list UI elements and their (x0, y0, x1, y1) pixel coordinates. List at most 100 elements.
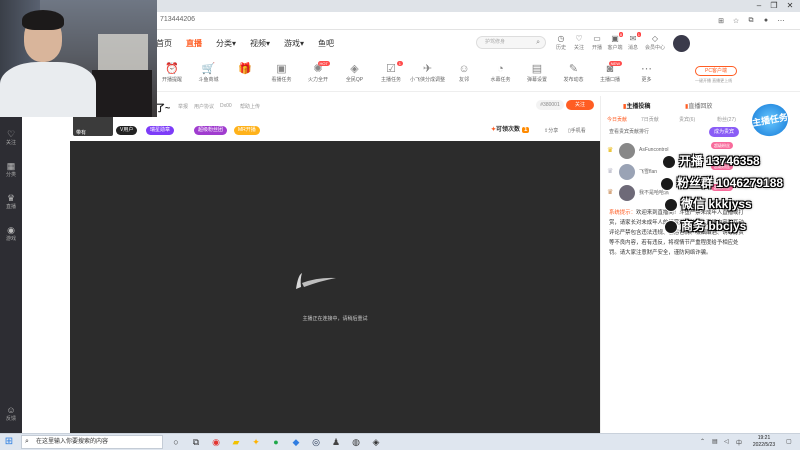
follow-button[interactable]: 关注 (566, 100, 594, 110)
tray-arrow-icon[interactable]: ⌃ (700, 438, 705, 445)
nav-home[interactable]: 首页 (156, 38, 172, 49)
toolbar-item[interactable]: ▣ 看播任务 (264, 62, 300, 83)
video-player[interactable]: 主播正在连接中，请稍后重试 (70, 141, 600, 433)
rail-item-follow[interactable]: ♡ 关注 (0, 129, 22, 146)
app-blue-icon[interactable]: ◆ (290, 436, 302, 448)
rank-tab-week[interactable]: 7日贡献 (641, 116, 659, 123)
header-follow[interactable]: ♡ 关注 (571, 34, 587, 51)
tag-mr[interactable]: MR开播 (234, 126, 260, 135)
rail-label: 直播 (5, 204, 16, 210)
tab-host-posts[interactable]: ▮主播投稿 (623, 101, 650, 110)
people-icon: ☺ (458, 63, 470, 75)
rail-item-feedback[interactable]: ☺ 反馈 (0, 405, 22, 422)
taskbar-search-input[interactable]: ⌕ 在这里输入你要搜索的内容 (21, 435, 163, 449)
header-vip[interactable]: ◇ 会员中心 (644, 34, 666, 51)
minimize-button[interactable]: – (752, 1, 766, 11)
address-text[interactable]: 713444206 (160, 16, 195, 23)
nav-live[interactable]: 直播 (186, 38, 202, 49)
star-icon[interactable]: ☆ (731, 17, 741, 25)
chrome-icon[interactable]: ◉ (210, 436, 222, 448)
tab-replay[interactable]: ▮直播回放 (685, 101, 712, 110)
share-button[interactable]: ⇪分享 (544, 127, 558, 134)
pc-client-button[interactable]: PC客户端 (695, 66, 737, 76)
toolbar-item[interactable]: ✈ 小飞侠分成调整 (410, 62, 446, 83)
nav-category[interactable]: 分类▾ (216, 38, 236, 49)
toolbar-item[interactable]: ☺ 友邻 (446, 62, 482, 83)
room-meta-agreement[interactable]: 用户协议 (194, 103, 214, 110)
overlay-wechat: 微信 kkkjyss (664, 195, 752, 212)
header-broadcast[interactable]: ▭ 开播 (589, 34, 605, 51)
rail-item-game[interactable]: ◉ 游戏 (0, 225, 22, 242)
nav-fishbar[interactable]: 鱼吧 (318, 38, 334, 49)
header-label: 历史 (555, 45, 566, 51)
overlay-fan-group: 粉丝群 1046279188 (660, 174, 783, 191)
rail-item-live[interactable]: ♛ 直播 (0, 193, 22, 210)
obs-icon[interactable]: ◍ (350, 436, 362, 448)
app-icon[interactable]: ✦ (250, 436, 262, 448)
become-vip-button[interactable]: 成为贵宾 (709, 127, 739, 137)
toolbar-item[interactable]: ◙ 主播口播 NEW (592, 61, 628, 83)
gift-claim[interactable]: ✦可领次数 1 (491, 124, 530, 133)
folder-icon[interactable]: ▰ (230, 436, 242, 448)
network-icon[interactable]: ▤ (712, 438, 718, 445)
rank-tab-vip[interactable]: 贵宾(6) (679, 116, 695, 123)
profile-icon[interactable]: ● (761, 17, 771, 25)
search-input[interactable]: 护驾修身 ⌕ (476, 36, 546, 49)
maximize-button[interactable]: ❐ (767, 1, 781, 11)
room-meta-help[interactable]: 帮助上传 (240, 103, 260, 110)
close-button[interactable]: ✕ (783, 1, 797, 11)
toolbar-item[interactable]: ☑ 主播任务 1 (373, 61, 409, 83)
app-dark-icon[interactable]: ◈ (370, 436, 382, 448)
diamond-icon: ◇ (651, 34, 659, 43)
rail-label: 分类 (5, 172, 16, 178)
rank-tab-today[interactable]: 今日贡献 (607, 116, 627, 123)
windows-start-icon[interactable]: ⊞ (3, 436, 15, 448)
task-view-icon[interactable]: ○ (170, 436, 182, 448)
toolbar-item[interactable]: ⋯ 更多 (629, 62, 665, 83)
toolbar-item[interactable]: ▤ 弹幕设置 (519, 62, 555, 83)
mobile-watch-button[interactable]: ▯手机看 (568, 127, 586, 134)
video-icon: ▭ (593, 34, 601, 43)
nav-game[interactable]: 游戏▾ (284, 38, 304, 49)
toolbar-item[interactable]: ✎ 发布动态 (556, 62, 592, 83)
clock[interactable]: 19:21 2022/5/23 (746, 435, 782, 449)
wechat-icon[interactable]: ● (270, 436, 282, 448)
extensions-icon[interactable]: ⊞ (716, 17, 726, 25)
plane-icon: ✈ (422, 63, 433, 75)
nav-video[interactable]: 视频▾ (250, 38, 270, 49)
collections-icon[interactable]: ⧉ (746, 17, 756, 25)
menu-icon[interactable]: ⋯ (776, 17, 786, 25)
wechat-icon (664, 197, 678, 212)
taskview-icon[interactable]: ⧉ (190, 436, 202, 448)
game-icon[interactable]: ♟ (330, 436, 342, 448)
gamepad-icon: ◉ (7, 225, 15, 235)
toolbar-item[interactable]: 🛒 斗鱼商城 (191, 62, 227, 83)
avatar (619, 164, 635, 180)
toolbar-item[interactable]: ◈ 全民QP (337, 62, 373, 83)
avatar[interactable] (673, 35, 690, 52)
ad-icon: ▣ (276, 63, 287, 75)
toolbar-item[interactable]: ⏰ 开播提醒 (154, 62, 190, 83)
overlay-text: 商务 bbcjys (681, 219, 747, 233)
ime-icon[interactable]: 中 (736, 438, 742, 447)
toolbar-item[interactable]: ◔ 水幕任务 (483, 62, 519, 83)
tag-medal[interactable]: 瑞星勋章 (146, 126, 175, 135)
room-meta-report[interactable]: 举报 (178, 103, 188, 110)
volume-icon[interactable]: ◁ (724, 438, 729, 445)
toolbar-item[interactable]: 🎁 (227, 62, 263, 76)
notification-icon[interactable]: ▢ (786, 438, 792, 445)
steam-icon[interactable]: ◎ (310, 436, 322, 448)
rail-item-category[interactable]: ▦ 分类 (0, 161, 22, 178)
taskbar-search-placeholder: 在这里输入你要搜索的内容 (36, 439, 109, 445)
header-messages[interactable]: ✉ 消息 1 (625, 32, 641, 51)
search-icon[interactable]: ⌕ (536, 37, 540, 48)
header-history[interactable]: ◷ 历史 (553, 34, 569, 51)
side-rail: ♡ 关注 ▦ 分类 ♛ 直播 ◉ 游戏 ☺ 反馈 (0, 117, 22, 433)
rail-label: 关注 (5, 140, 16, 146)
toolbar-item-badge: 1 (396, 61, 403, 66)
rank-tab-fans[interactable]: 粉丝(27) (717, 116, 736, 123)
tag-fan-club[interactable]: 超级粉丝团 (194, 126, 228, 135)
toolbar-item[interactable]: ✺ 火力全开 HOT (300, 61, 336, 83)
header-client[interactable]: ▣ 客户端 8 (607, 32, 623, 51)
overlay-text: 粉丝群 1046279188 (677, 176, 784, 190)
